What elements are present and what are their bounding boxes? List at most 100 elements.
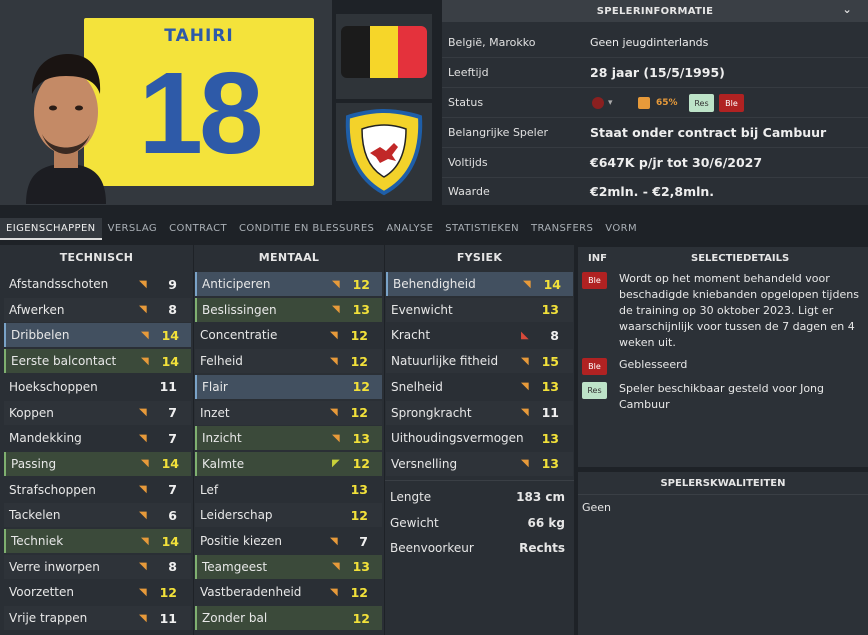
trend-arrow-icon: ◥ [330, 586, 338, 598]
status-badge-ble[interactable]: Ble [719, 94, 744, 112]
attribute-row[interactable]: Sprongkracht ◥ 11 [386, 400, 573, 425]
attribute-row[interactable]: Vastberadenheid ◥ 12 [195, 580, 382, 605]
attribute-value: 8 [168, 302, 177, 318]
attribute-row[interactable]: Flair 12 [195, 374, 382, 399]
attribute-name: Uithoudingsvermogen [391, 431, 524, 446]
club-crest-panel[interactable] [336, 103, 432, 201]
attribute-value: 7 [168, 405, 177, 420]
info-label: Leeftijd [448, 66, 489, 79]
attribute-row[interactable]: Inzicht ◥ 13 [195, 426, 382, 451]
attribute-row[interactable]: Tackelen ◥ 6 [4, 503, 191, 528]
reserve-badge[interactable]: Res [582, 382, 607, 399]
trend-arrow-icon: ◥ [330, 329, 338, 341]
attribute-row[interactable]: Hoekschoppen 11 [4, 374, 191, 399]
tab-statistieken[interactable]: STATISTIEKEN [439, 218, 525, 240]
attribute-row[interactable]: Eerste balcontact ◥ 14 [4, 349, 191, 374]
player-qualities-panel: SPELERSKWALITEITEN Geen [578, 472, 868, 635]
trend-arrow-icon: ◤ [332, 458, 340, 470]
attribute-row[interactable]: Positie kiezen ◥ 7 [195, 529, 382, 553]
nationality-flag-panel [336, 14, 432, 99]
attribute-value: 12 [350, 507, 368, 523]
attribute-value: 11 [159, 379, 177, 395]
height-label: Lengte [390, 490, 432, 504]
info-label[interactable]: België, Marokko [448, 36, 536, 49]
attribute-row[interactable]: Uithoudingsvermogen 13 [386, 426, 573, 451]
status-dropdown-icon[interactable]: ▾ [608, 98, 613, 108]
attribute-row[interactable]: Koppen ◥ 7 [4, 400, 191, 425]
attribute-name: Vrije trappen [9, 611, 88, 626]
attribute-row[interactable]: Voorzetten ◥ 12 [4, 580, 191, 605]
attribute-row[interactable]: Natuurlijke fitheid ◥ 15 [386, 349, 573, 374]
attribute-row[interactable]: Teamgeest ◥ 13 [195, 554, 382, 579]
attribute-value: 13 [541, 456, 559, 472]
attribute-row[interactable]: Zonder bal 12 [195, 606, 382, 631]
attribute-name: Afstandsschoten [9, 277, 109, 291]
belgium-flag-icon [341, 26, 427, 78]
attribute-name: Techniek [11, 534, 64, 548]
tab-verslag[interactable]: VERSLAG [102, 218, 163, 240]
attribute-value: 12 [350, 327, 368, 343]
attribute-value: 12 [352, 276, 370, 292]
tab-analyse[interactable]: ANALYSE [380, 218, 439, 240]
attribute-row[interactable]: Verre inworpen ◥ 8 [4, 554, 191, 579]
attribute-row[interactable]: Anticiperen ◥ 12 [195, 272, 382, 296]
attribute-row[interactable]: Dribbelen ◥ 14 [4, 323, 191, 348]
cambuur-crest-icon [345, 108, 423, 196]
inf-header: INF [588, 252, 607, 264]
attribute-row[interactable]: Lef 13 [195, 477, 382, 502]
tab-vorm[interactable]: VORM [599, 218, 643, 240]
status-badge-res[interactable]: Res [689, 94, 714, 112]
injury-badge[interactable]: Ble [582, 358, 607, 375]
player-info-title: SPELERINFORMATIE [596, 5, 714, 17]
trend-arrow-icon: ◥ [141, 535, 149, 547]
info-value[interactable]: Staat onder contract bij Cambuur [590, 125, 826, 140]
attribute-row[interactable]: Evenwicht 13 [386, 297, 573, 322]
attribute-value: 13 [541, 302, 559, 318]
player-info-header[interactable]: SPELERINFORMATIE ⌄ [442, 0, 868, 22]
attribute-row[interactable]: Beslissingen ◥ 13 [195, 297, 382, 322]
attribute-row[interactable]: Concentratie ◥ 12 [195, 323, 382, 348]
attribute-value: 11 [159, 610, 177, 626]
attribute-row[interactable]: Strafschoppen ◥ 7 [4, 477, 191, 502]
attribute-row[interactable]: Mandekking ◥ 7 [4, 426, 191, 451]
attribute-row[interactable]: Felheid ◥ 12 [195, 349, 382, 374]
attribute-row[interactable]: Leiderschap 12 [195, 503, 382, 528]
attribute-row[interactable]: Kracht ◣ 8 [386, 323, 573, 348]
preferred-foot-row: Beenvoorkeur Rechts [385, 535, 574, 561]
attribute-name: Eerste balcontact [11, 354, 117, 369]
attribute-row[interactable]: Versnelling ◥ 13 [386, 451, 573, 476]
attribute-value: 12 [350, 405, 368, 420]
attribute-row[interactable]: Afstandsschoten ◥ 9 [4, 272, 191, 296]
attribute-value: 7 [359, 533, 368, 549]
attribute-value: 12 [159, 584, 177, 600]
player-portrait-panel: TAHIRI 18 [0, 0, 332, 205]
attribute-value: 13 [352, 302, 370, 318]
trend-arrow-icon: ◥ [139, 304, 147, 316]
attribute-row[interactable]: Snelheid ◥ 13 [386, 374, 573, 399]
attribute-row[interactable]: Inzet ◥ 12 [195, 400, 382, 425]
inf-item-text: Wordt op het moment behandeld voor besch… [619, 272, 859, 349]
tab-eigenschappen[interactable]: EIGENSCHAPPEN [0, 218, 102, 240]
attribute-row[interactable]: Vrije trappen ◥ 11 [4, 606, 191, 631]
info-row-status: Status ▾ 65% Res Ble [442, 88, 868, 118]
tab-transfers[interactable]: TRANSFERS [525, 218, 599, 240]
trend-arrow-icon: ◥ [139, 278, 147, 290]
info-value: €2mln. - €2,8mln. [590, 183, 715, 199]
attribute-row[interactable]: Afwerken ◥ 8 [4, 297, 191, 322]
attribute-row[interactable]: Behendigheid ◥ 14 [386, 272, 573, 296]
attribute-row[interactable]: Techniek ◥ 14 [4, 529, 191, 553]
attribute-row[interactable]: Kalmte ◤ 12 [195, 451, 382, 476]
attribute-value: 14 [161, 327, 179, 343]
trend-arrow-icon: ◥ [139, 484, 147, 496]
chevron-down-icon[interactable]: ⌄ [842, 3, 852, 16]
status-icon[interactable] [592, 96, 604, 109]
inf-item: Res Speler beschikbaar gesteld voor Jong… [578, 381, 868, 415]
attribute-name: Positie kiezen [200, 534, 282, 548]
player-qualities-text: Geen [582, 501, 612, 514]
tab-contract[interactable]: CONTRACT [163, 218, 233, 240]
tab-conditie[interactable]: CONDITIE EN BLESSURES [233, 218, 380, 240]
injury-badge[interactable]: Ble [582, 272, 607, 289]
attribute-row[interactable]: Passing ◥ 14 [4, 451, 191, 476]
preferred-foot-label: Beenvoorkeur [390, 541, 474, 555]
attribute-name: Hoekschoppen [9, 379, 98, 394]
